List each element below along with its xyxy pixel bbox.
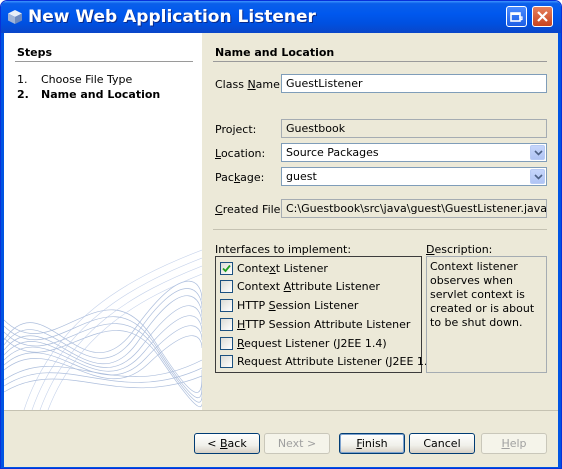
step-name-and-location: 2. Name and Location [17, 88, 160, 101]
next-button[interactable]: Next > [264, 433, 330, 454]
section-heading: Name and Location [215, 46, 335, 59]
checkbox-box[interactable] [220, 337, 233, 350]
chevron-down-icon [534, 174, 543, 180]
location-dropdown-button[interactable] [530, 145, 545, 160]
cancel-button[interactable]: Cancel [409, 433, 475, 454]
window-frame-left [1, 33, 4, 468]
class-name-input[interactable]: GuestListener [281, 74, 547, 93]
package-value: guest [286, 170, 317, 183]
step-number: 1. [17, 73, 28, 86]
checkbox-label: Context Attribute Listener [237, 280, 380, 293]
location-combobox[interactable]: Source Packages [281, 143, 547, 162]
step-number: 2. [17, 88, 29, 101]
location-value: Source Packages [286, 146, 379, 159]
package-dropdown-button[interactable] [530, 169, 545, 184]
checkbox-label: Request Attribute Listener (J2EE 1.4) [237, 355, 439, 368]
interfaces-label: Interfaces to implement: [215, 243, 352, 256]
created-file-label: Created File: [215, 203, 285, 216]
main-panel: Name and Location Class Name: GuestListe… [202, 33, 558, 410]
close-button[interactable] [532, 6, 553, 27]
interfaces-list: Context Listener Context Attribute Liste… [215, 256, 439, 373]
checkbox-box[interactable] [220, 355, 233, 368]
step-choose-file-type: 1. Choose File Type [17, 73, 132, 86]
step-label: Choose File Type [41, 73, 133, 86]
checkbox-label: Request Listener (J2EE 1.4) [237, 337, 387, 350]
project-field: Guestbook [281, 119, 547, 138]
description-text: Context listener observes when servlet c… [426, 256, 547, 373]
class-name-value: GuestListener [286, 77, 363, 90]
decorative-wave-graphic [4, 249, 202, 410]
title-bar[interactable]: New Web Application Listener [1, 1, 561, 33]
package-combobox[interactable]: guest [281, 167, 547, 186]
steps-heading: Steps [17, 46, 53, 59]
button-bar: < Back Next > Finish Cancel Help [4, 410, 558, 468]
window-frame-right [558, 33, 561, 468]
section-divider [213, 61, 547, 62]
restore-icon [510, 12, 523, 22]
back-button[interactable]: < Back [194, 433, 260, 454]
netbeans-cube-icon [8, 10, 22, 24]
description-label: Description: [426, 243, 493, 256]
dialog-window: New Web Application Listener Steps 1. Cho… [0, 0, 562, 469]
checkmark-icon [222, 264, 231, 273]
step-label: Name and Location [41, 88, 161, 101]
checkbox-label: Context Listener [237, 262, 328, 275]
steps-panel: Steps 1. Choose File Type 2. Name and Loca… [4, 33, 202, 410]
help-button[interactable]: Help [481, 433, 547, 454]
steps-divider [15, 61, 193, 62]
checkbox-label: HTTP Session Attribute Listener [237, 318, 411, 331]
project-value: Guestbook [286, 122, 346, 135]
class-name-label: Class Name: [215, 78, 284, 91]
checkbox-label: HTTP Session Listener [237, 299, 359, 312]
restore-button[interactable] [506, 6, 527, 27]
checkbox-box[interactable] [220, 299, 233, 312]
checkbox-box[interactable] [220, 262, 233, 275]
created-file-field: C:\Guestbook\src\java\guest\GuestListene… [281, 199, 547, 218]
close-icon [537, 11, 548, 22]
chevron-down-icon [534, 150, 543, 156]
finish-button[interactable]: Finish [339, 433, 405, 454]
package-label: Package: [215, 171, 265, 184]
created-file-value: C:\Guestbook\src\java\guest\GuestListene… [286, 202, 547, 215]
location-label: Location: [215, 147, 266, 160]
window-title: New Web Application Listener [28, 7, 316, 27]
checkbox-box[interactable] [220, 280, 233, 293]
project-label: Project: [215, 123, 257, 136]
checkbox-box[interactable] [220, 318, 233, 331]
form-divider [213, 229, 547, 230]
